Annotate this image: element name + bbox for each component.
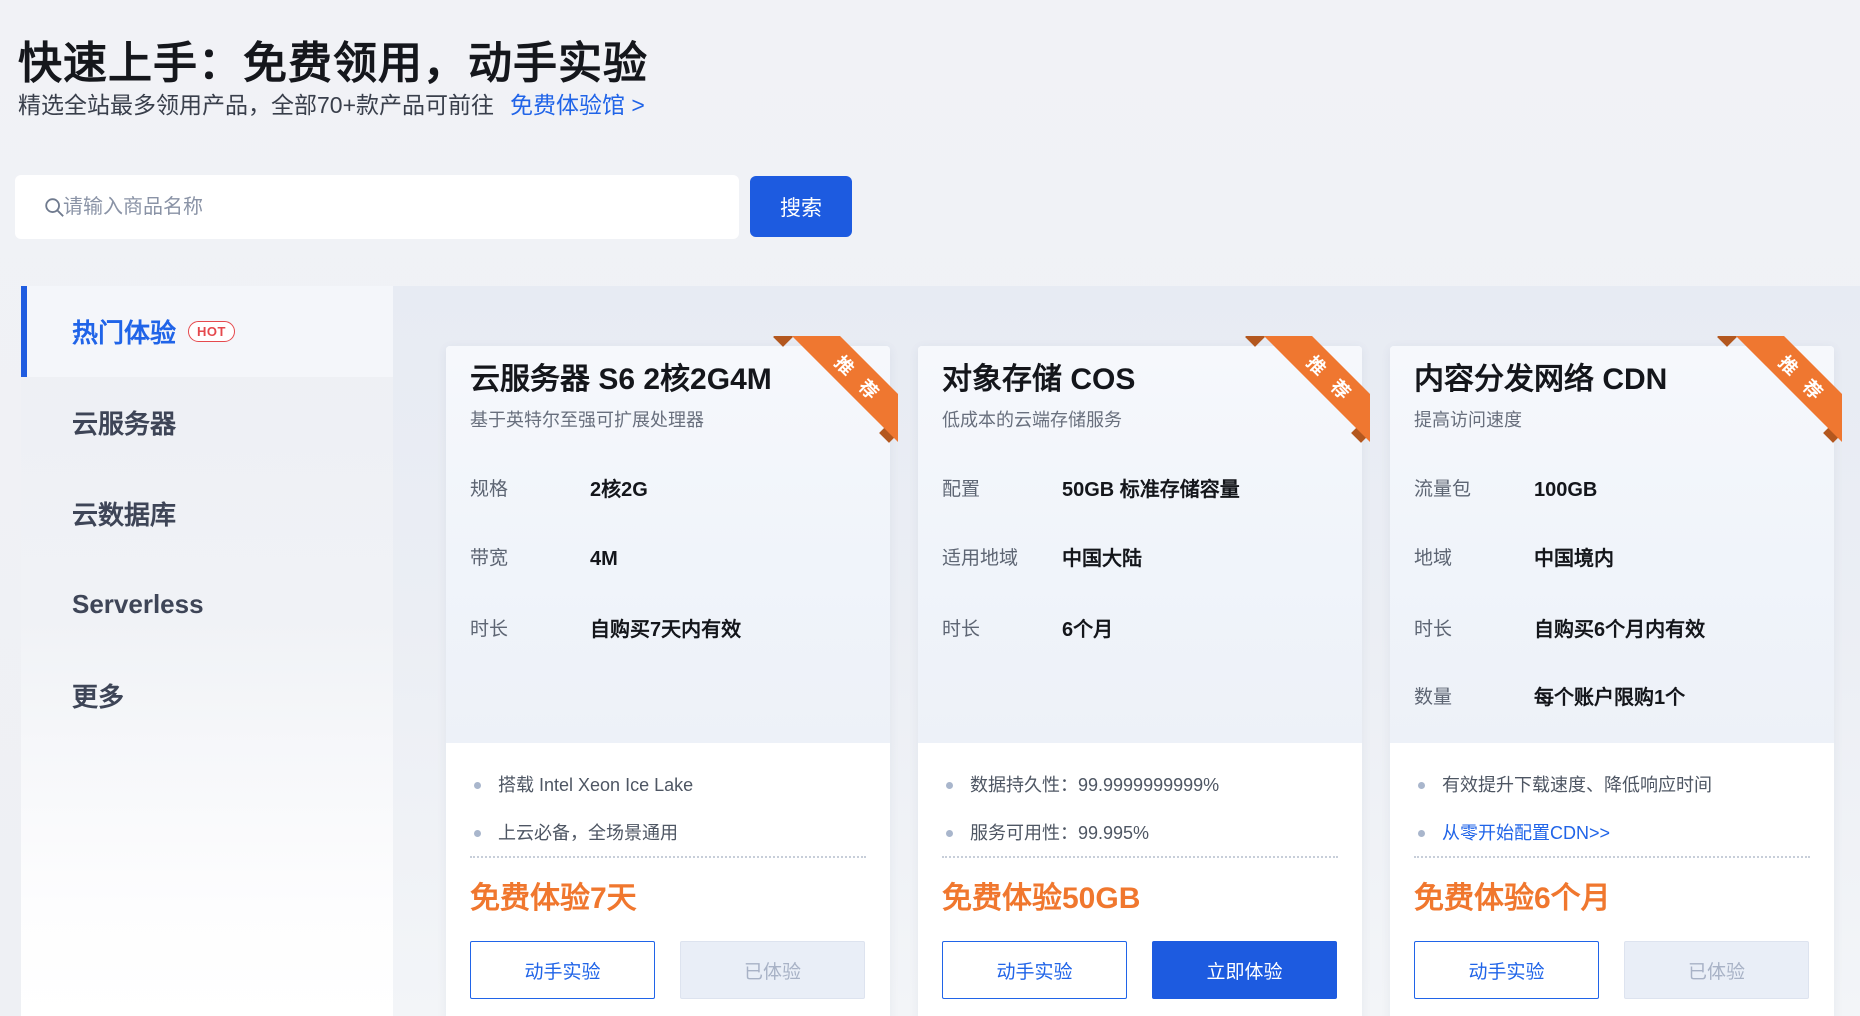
sidebar-item-label: Serverless [72, 589, 204, 620]
hands-on-lab-button[interactable]: 动手实验 [470, 941, 655, 999]
hot-badge: HOT [188, 321, 235, 342]
card-title: 内容分发网络 CDN [1414, 360, 1667, 400]
bullet-dot-icon [1418, 782, 1425, 789]
search-button[interactable]: 搜索 [750, 176, 852, 237]
sidebar-item-hot[interactable]: 热门体验 HOT [21, 286, 393, 377]
card-title: 对象存储 COS [942, 360, 1135, 400]
sidebar-item-cvm[interactable]: 云服务器 [21, 377, 393, 468]
bullet-dot-icon [946, 782, 953, 789]
dotted-divider [470, 856, 866, 858]
sidebar-item-label: 云数据库 [72, 495, 176, 532]
experienced-button[interactable]: 已体验 [1624, 941, 1809, 999]
feature-bullet: 上云必备，全场景通用 [470, 820, 870, 846]
sidebar-item-serverless[interactable]: Serverless [21, 559, 393, 650]
spec-row: 适用地域 中国大陆 [942, 545, 1342, 573]
product-card-cos: 对象存储 COS 低成本的云端存储服务 配置 50GB 标准存储容量 适用地域 … [918, 346, 1362, 1016]
feature-bullet: 数据持久性：99.9999999999% [942, 772, 1342, 798]
dotted-divider [942, 856, 1338, 858]
promo-text: 免费体验7天 [470, 880, 637, 918]
product-card-cvm: 云服务器 S6 2核2G4M 基于英特尔至强可扩展处理器 规格 2核2G 带宽 … [446, 346, 890, 1016]
cdn-config-guide-link[interactable]: 从零开始配置CDN>> [1414, 820, 1814, 846]
card-spec-area: 内容分发网络 CDN 提高访问速度 流量包 100GB 地域 中国境内 时长 自… [1390, 346, 1834, 743]
card-title: 云服务器 S6 2核2G4M [470, 360, 772, 400]
bullet-dot-icon [474, 782, 481, 789]
experienced-button[interactable]: 已体验 [680, 941, 865, 999]
sidebar-item-label: 热门体验 [72, 313, 176, 350]
spec-row: 规格 2核2G [470, 476, 870, 504]
promo-text: 免费体验50GB [942, 880, 1140, 918]
free-trial-page: 快速上手：免费领用，动手实验 精选全站最多领用产品，全部70+款产品可前往免费体… [0, 0, 1860, 1016]
card-subtitle: 提高访问速度 [1414, 406, 1522, 434]
card-spec-area: 云服务器 S6 2核2G4M 基于英特尔至强可扩展处理器 规格 2核2G 带宽 … [446, 346, 890, 743]
card-subtitle: 低成本的云端存储服务 [942, 406, 1122, 434]
sidebar-item-label: 更多 [72, 677, 124, 714]
spec-row: 带宽 4M [470, 545, 870, 573]
subtitle-text: 精选全站最多领用产品，全部70+款产品可前往 [18, 92, 494, 118]
promo-text: 免费体验6个月 [1414, 880, 1611, 918]
try-now-button[interactable]: 立即体验 [1152, 941, 1337, 999]
spec-row: 配置 50GB 标准存储容量 [942, 476, 1342, 504]
free-trial-hall-link[interactable]: 免费体验馆 > [510, 92, 645, 118]
sidebar-item-label: 云服务器 [72, 404, 176, 441]
hands-on-lab-button[interactable]: 动手实验 [1414, 941, 1599, 999]
spec-row: 时长 自购买6个月内有效 [1414, 616, 1814, 644]
sidebar-item-database[interactable]: 云数据库 [21, 468, 393, 559]
spec-row: 时长 6个月 [942, 616, 1342, 644]
feature-bullet: 搭载 Intel Xeon Ice Lake [470, 772, 870, 798]
category-sidebar: 热门体验 HOT 云服务器 云数据库 Serverless 更多 [21, 286, 393, 1016]
dotted-divider [1414, 856, 1810, 858]
feature-bullet: 有效提升下载速度、降低响应时间 [1414, 772, 1814, 798]
bullet-dot-icon [474, 830, 481, 837]
spec-row: 时长 自购买7天内有效 [470, 616, 870, 644]
card-subtitle: 基于英特尔至强可扩展处理器 [470, 406, 704, 434]
page-subtitle: 精选全站最多领用产品，全部70+款产品可前往免费体验馆 > [18, 88, 645, 122]
feature-bullet: 服务可用性：99.995% [942, 820, 1342, 846]
bullet-dot-icon [1418, 830, 1425, 837]
sidebar-item-more[interactable]: 更多 [21, 650, 393, 741]
bullet-dot-icon [946, 830, 953, 837]
page-title: 快速上手：免费领用，动手实验 [18, 35, 648, 93]
hands-on-lab-button[interactable]: 动手实验 [942, 941, 1127, 999]
card-spec-area: 对象存储 COS 低成本的云端存储服务 配置 50GB 标准存储容量 适用地域 … [918, 346, 1362, 743]
product-card-cdn: 内容分发网络 CDN 提高访问速度 流量包 100GB 地域 中国境内 时长 自… [1390, 346, 1834, 1016]
spec-row: 流量包 100GB [1414, 476, 1814, 504]
search-input[interactable] [15, 175, 739, 239]
spec-row: 数量 每个账户限购1个 [1414, 684, 1814, 712]
spec-row: 地域 中国境内 [1414, 545, 1814, 573]
